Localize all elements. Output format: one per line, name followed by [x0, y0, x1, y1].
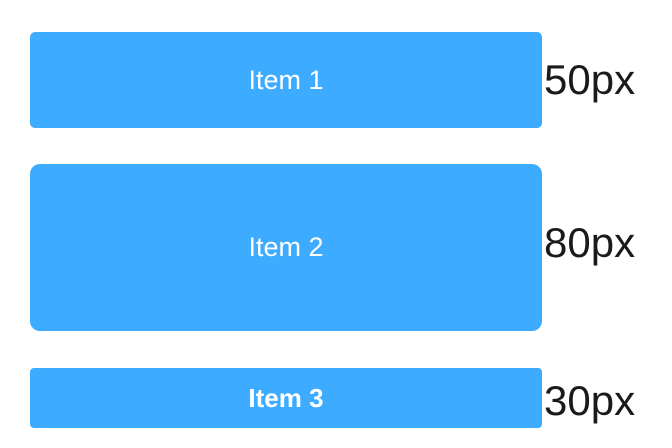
item-3-box: Item 3: [30, 368, 542, 428]
item-1-size-label: 50px: [544, 56, 636, 103]
item-1-label: Item 1: [248, 64, 324, 95]
item-3-label: Item 3: [248, 382, 324, 413]
item-2-box: Item 2: [30, 164, 542, 331]
item-1-box: Item 1: [30, 32, 542, 128]
item-3-size-label: 30px: [544, 377, 636, 424]
item-2-size-label: 80px: [544, 219, 636, 266]
item-2-label: Item 2: [248, 232, 324, 262]
